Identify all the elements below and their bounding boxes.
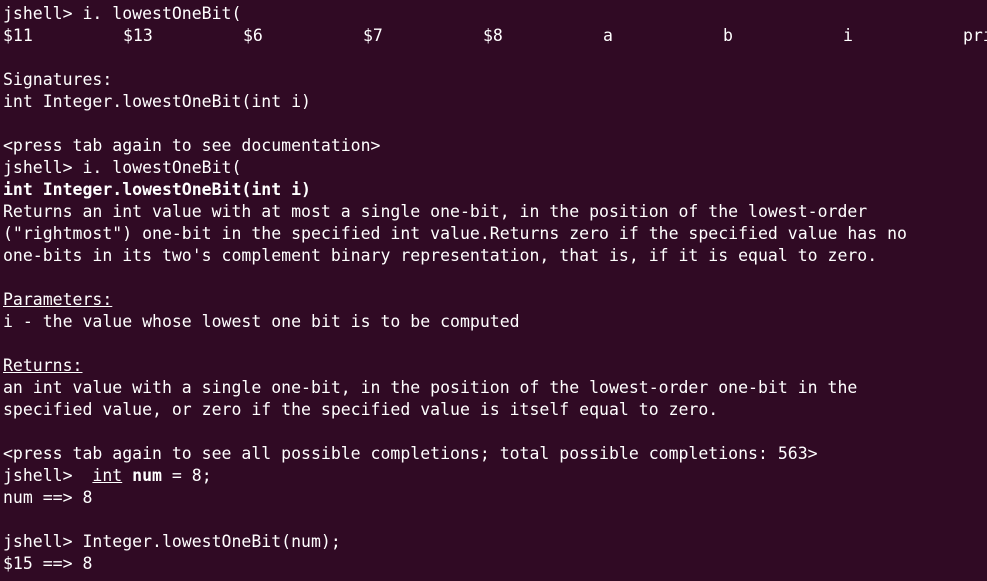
result-line: num ==> 8	[3, 488, 93, 507]
prompt-line: jshell> i. lowestOneBit(	[3, 4, 242, 23]
doc-text-line: Returns an int value with at most a sing…	[3, 202, 868, 221]
doc-text-line: one-bits in its two's complement binary …	[3, 246, 878, 265]
variable-name: num	[132, 466, 162, 485]
returns-text-line: specified value, or zero if the specifie…	[3, 400, 719, 419]
completion-item: a	[603, 26, 613, 45]
completion-item: i	[843, 26, 853, 45]
completion-item: pri	[963, 26, 987, 45]
completion-item: $8	[483, 26, 503, 45]
result-line: $15 ==> 8	[3, 554, 93, 573]
completions-hint: <press tab again to see all possible com…	[3, 444, 818, 463]
documentation-hint: <press tab again to see documentation>	[3, 136, 381, 155]
completion-item: $11	[3, 26, 33, 45]
prompt-line: jshell> i. lowestOneBit(	[3, 158, 242, 177]
type-keyword: int	[92, 466, 123, 485]
statement-rest: = 8;	[161, 466, 212, 485]
parameter-description: i - the value whose lowest one bit is to…	[3, 312, 520, 331]
completion-item: $7	[363, 26, 383, 45]
signatures-header: Signatures:	[3, 70, 113, 89]
parameters-header: Parameters:	[3, 290, 113, 309]
returns-text-line: an int value with a single one-bit, in t…	[3, 378, 858, 397]
signature-line: int Integer.lowestOneBit(int i)	[3, 92, 311, 111]
completion-item: $13	[123, 26, 153, 45]
input-line[interactable]: jshell> int num = 8;	[3, 465, 987, 487]
prompt-line: jshell> Integer.lowestOneBit(num);	[3, 532, 341, 551]
returns-header: Returns:	[3, 356, 83, 375]
completion-item: b	[723, 26, 733, 45]
completion-item: $6	[243, 26, 263, 45]
prompt-prefix: jshell>	[3, 466, 93, 485]
completion-list: $11 $13 $6 $7 $8 a b i pri	[3, 25, 987, 47]
terminal-window[interactable]: jshell> i. lowestOneBit( $11 $13 $6 $7 $…	[0, 0, 987, 581]
doc-signature: int Integer.lowestOneBit(int i)	[3, 180, 311, 199]
doc-text-line: ("rightmost") one-bit in the specified i…	[3, 224, 907, 243]
